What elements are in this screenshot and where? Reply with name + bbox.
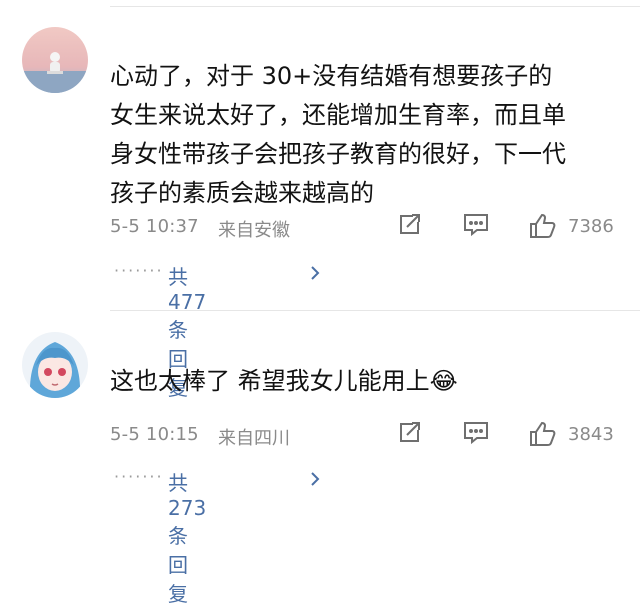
comment-meta: 5-5 10:15 来自四川 3843	[110, 420, 630, 450]
user-avatar[interactable]	[22, 332, 88, 398]
top-divider	[110, 6, 640, 7]
comment-meta: 5-5 10:37 来自安徽 7386	[110, 212, 630, 242]
thumbs-up-icon[interactable]	[528, 420, 558, 453]
comment-text: 心动了，对于 30+没有结婚有想要孩子的 女生来说太好了，还能增加生育率，而且单…	[110, 62, 566, 207]
comment-divider	[110, 310, 640, 311]
comment-icon[interactable]	[462, 212, 490, 243]
chevron-right-icon	[308, 263, 322, 288]
comment-icon[interactable]	[462, 420, 490, 451]
comment-time: 5-5 10:15	[110, 424, 199, 445]
comment-location: 来自安徽	[218, 220, 290, 241]
thumbs-up-icon[interactable]	[528, 212, 558, 245]
replies-dots: ·······	[114, 261, 164, 280]
share-icon[interactable]	[396, 420, 422, 451]
share-icon[interactable]	[396, 212, 422, 243]
replies-dots: ·······	[114, 467, 164, 486]
comment-time: 5-5 10:37	[110, 216, 199, 237]
chevron-right-icon	[308, 469, 322, 494]
like-count: 3843	[568, 424, 614, 445]
comment-text: 这也太棒了 希望我女儿能用上😂	[110, 367, 458, 395]
comment-location: 来自四川	[218, 428, 290, 449]
replies-label: 共273条回复	[168, 471, 207, 606]
user-avatar[interactable]	[22, 27, 88, 93]
like-count: 7386	[568, 216, 614, 237]
